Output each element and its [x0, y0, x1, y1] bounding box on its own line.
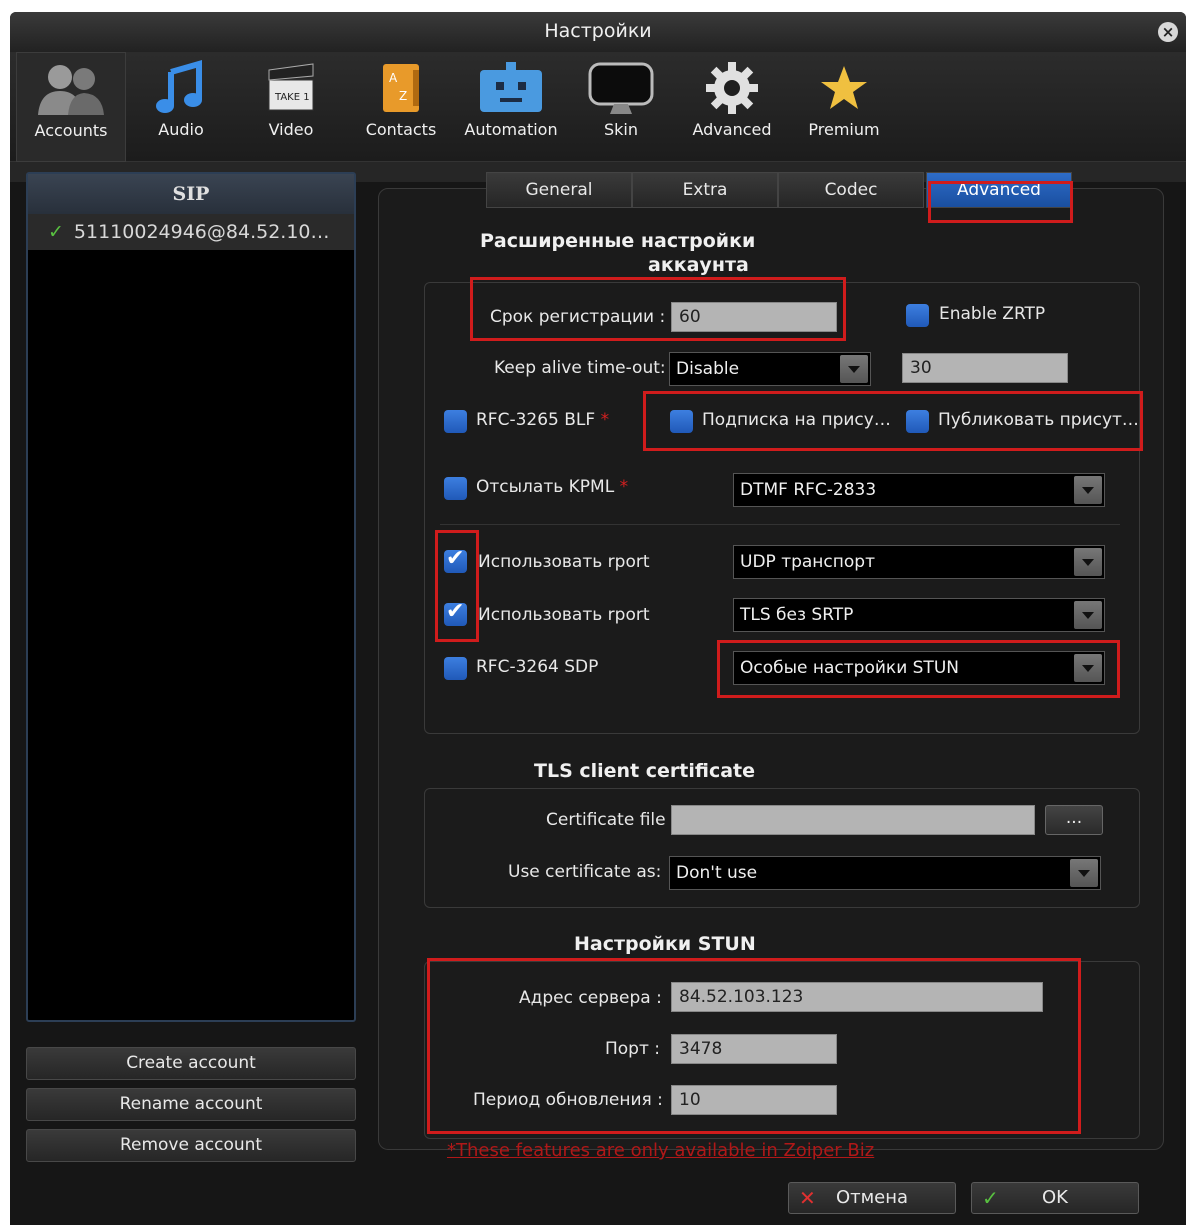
advanced-title-line1: Расширенные настройки — [480, 230, 756, 252]
toolbar-contacts[interactable]: A Z Contacts — [346, 52, 456, 162]
rport-udp-label: Использовать rport — [478, 552, 650, 572]
check-icon: ✓ — [48, 221, 64, 243]
highlight-box — [928, 181, 1073, 223]
advanced-title-line2: аккаунта — [648, 254, 749, 276]
asterisk: * — [600, 410, 610, 430]
svg-text:A: A — [389, 71, 398, 85]
cancel-button[interactable]: ✕ Отмена — [788, 1182, 956, 1214]
category-toolbar: Accounts Audio TAKE 1 Video A Z Contacts… — [10, 52, 1186, 162]
account-item[interactable]: ✓ 51110024946@84.52.10… — [28, 214, 354, 250]
tab-general[interactable]: General — [486, 172, 632, 208]
kpml-text: Отсылать KPML — [476, 477, 615, 497]
music-note-icon — [156, 60, 202, 113]
highlight-box — [470, 277, 846, 341]
cert-file-field[interactable] — [671, 805, 1035, 835]
highlight-box — [427, 958, 1081, 1134]
svg-text:Z: Z — [399, 89, 407, 103]
star-icon — [821, 66, 867, 109]
dtmf-value: DTMF RFC-2833 — [740, 480, 877, 500]
kpml-checkbox[interactable] — [444, 477, 467, 500]
highlight-box — [717, 640, 1120, 698]
monitor-icon — [588, 62, 654, 114]
keepalive-label: Keep alive time-out: — [494, 358, 666, 378]
cert-file-label: Certificate file — [546, 810, 666, 830]
keepalive-select[interactable]: Disable — [669, 352, 871, 386]
toolbar-accounts[interactable]: Accounts — [16, 52, 126, 162]
address-book-icon: A Z — [383, 64, 419, 112]
use-cert-select[interactable]: Don't use — [669, 856, 1101, 890]
toolbar-audio[interactable]: Audio — [126, 52, 236, 162]
tab-codec[interactable]: Codec — [778, 172, 924, 208]
biz-footnote: *These features are only available in Zo… — [447, 1140, 875, 1161]
sip-header: SIP — [28, 174, 354, 214]
stun-title: Настройки STUN — [574, 933, 756, 955]
toolbar-skin[interactable]: Skin — [566, 52, 676, 162]
toolbar-automation[interactable]: Automation — [456, 52, 566, 162]
toolbar-video[interactable]: TAKE 1 Video — [236, 52, 346, 162]
ok-label: OK — [1042, 1187, 1068, 1208]
zrtp-label: Enable ZRTP — [939, 304, 1046, 324]
rport-tls-label: Использовать rport — [478, 605, 650, 625]
close-icon[interactable]: × — [1158, 22, 1178, 42]
tls-title: TLS client certificate — [534, 760, 756, 782]
create-account-button[interactable]: Create account — [26, 1047, 356, 1080]
gear-icon — [706, 62, 758, 114]
svg-text:TAKE 1: TAKE 1 — [274, 92, 310, 103]
account-name: 51110024946@84.52.10… — [73, 221, 330, 243]
chevron-down-icon — [1074, 548, 1102, 576]
use-cert-label: Use certificate as: — [508, 862, 662, 882]
sdp-checkbox[interactable] — [444, 657, 467, 680]
use-cert-value: Don't use — [676, 863, 758, 883]
rport-udp-select[interactable]: UDP транспорт — [733, 545, 1105, 579]
clapperboard-icon: TAKE 1 — [268, 63, 314, 111]
blf-checkbox[interactable] — [444, 410, 467, 433]
keepalive-seconds-field[interactable]: 30 — [902, 353, 1068, 383]
chevron-down-icon — [1070, 859, 1098, 887]
sdp-label: RFC-3264 SDP — [476, 657, 599, 677]
dtmf-select[interactable]: DTMF RFC-2833 — [733, 473, 1105, 507]
robot-icon — [480, 62, 542, 112]
blf-label: RFC-3265 BLF * — [476, 410, 609, 430]
rename-account-button[interactable]: Rename account — [26, 1088, 356, 1121]
highlight-box — [435, 530, 479, 642]
browse-button[interactable]: ... — [1045, 805, 1103, 835]
tab-extra[interactable]: Extra — [632, 172, 778, 208]
chevron-down-icon — [840, 355, 868, 383]
highlight-box — [643, 391, 1143, 451]
zrtp-checkbox[interactable] — [906, 304, 929, 327]
chevron-down-icon — [1074, 476, 1102, 504]
blf-text: RFC-3265 BLF — [476, 410, 596, 430]
cancel-label: Отмена — [835, 1187, 909, 1208]
users-icon — [38, 65, 104, 115]
keepalive-value: Disable — [676, 359, 740, 379]
title-bar: Настройки × — [10, 12, 1186, 52]
remove-account-button[interactable]: Remove account — [26, 1129, 356, 1162]
toolbar-advanced[interactable]: Advanced — [676, 52, 788, 162]
ok-button[interactable]: ✓ OK — [971, 1182, 1139, 1214]
account-list: SIP ✓ 51110024946@84.52.10… — [26, 172, 356, 1022]
divider — [440, 524, 1120, 525]
rport-tls-select[interactable]: TLS без SRTP — [733, 598, 1105, 632]
rport-tls-value: TLS без SRTP — [740, 605, 854, 625]
kpml-label: Отсылать KPML * — [476, 477, 628, 497]
asterisk: * — [619, 477, 629, 497]
rport-udp-value: UDP транспорт — [740, 552, 875, 572]
chevron-down-icon — [1074, 601, 1102, 629]
toolbar-premium[interactable]: Premium — [788, 52, 900, 162]
window-title: Настройки — [544, 20, 652, 42]
